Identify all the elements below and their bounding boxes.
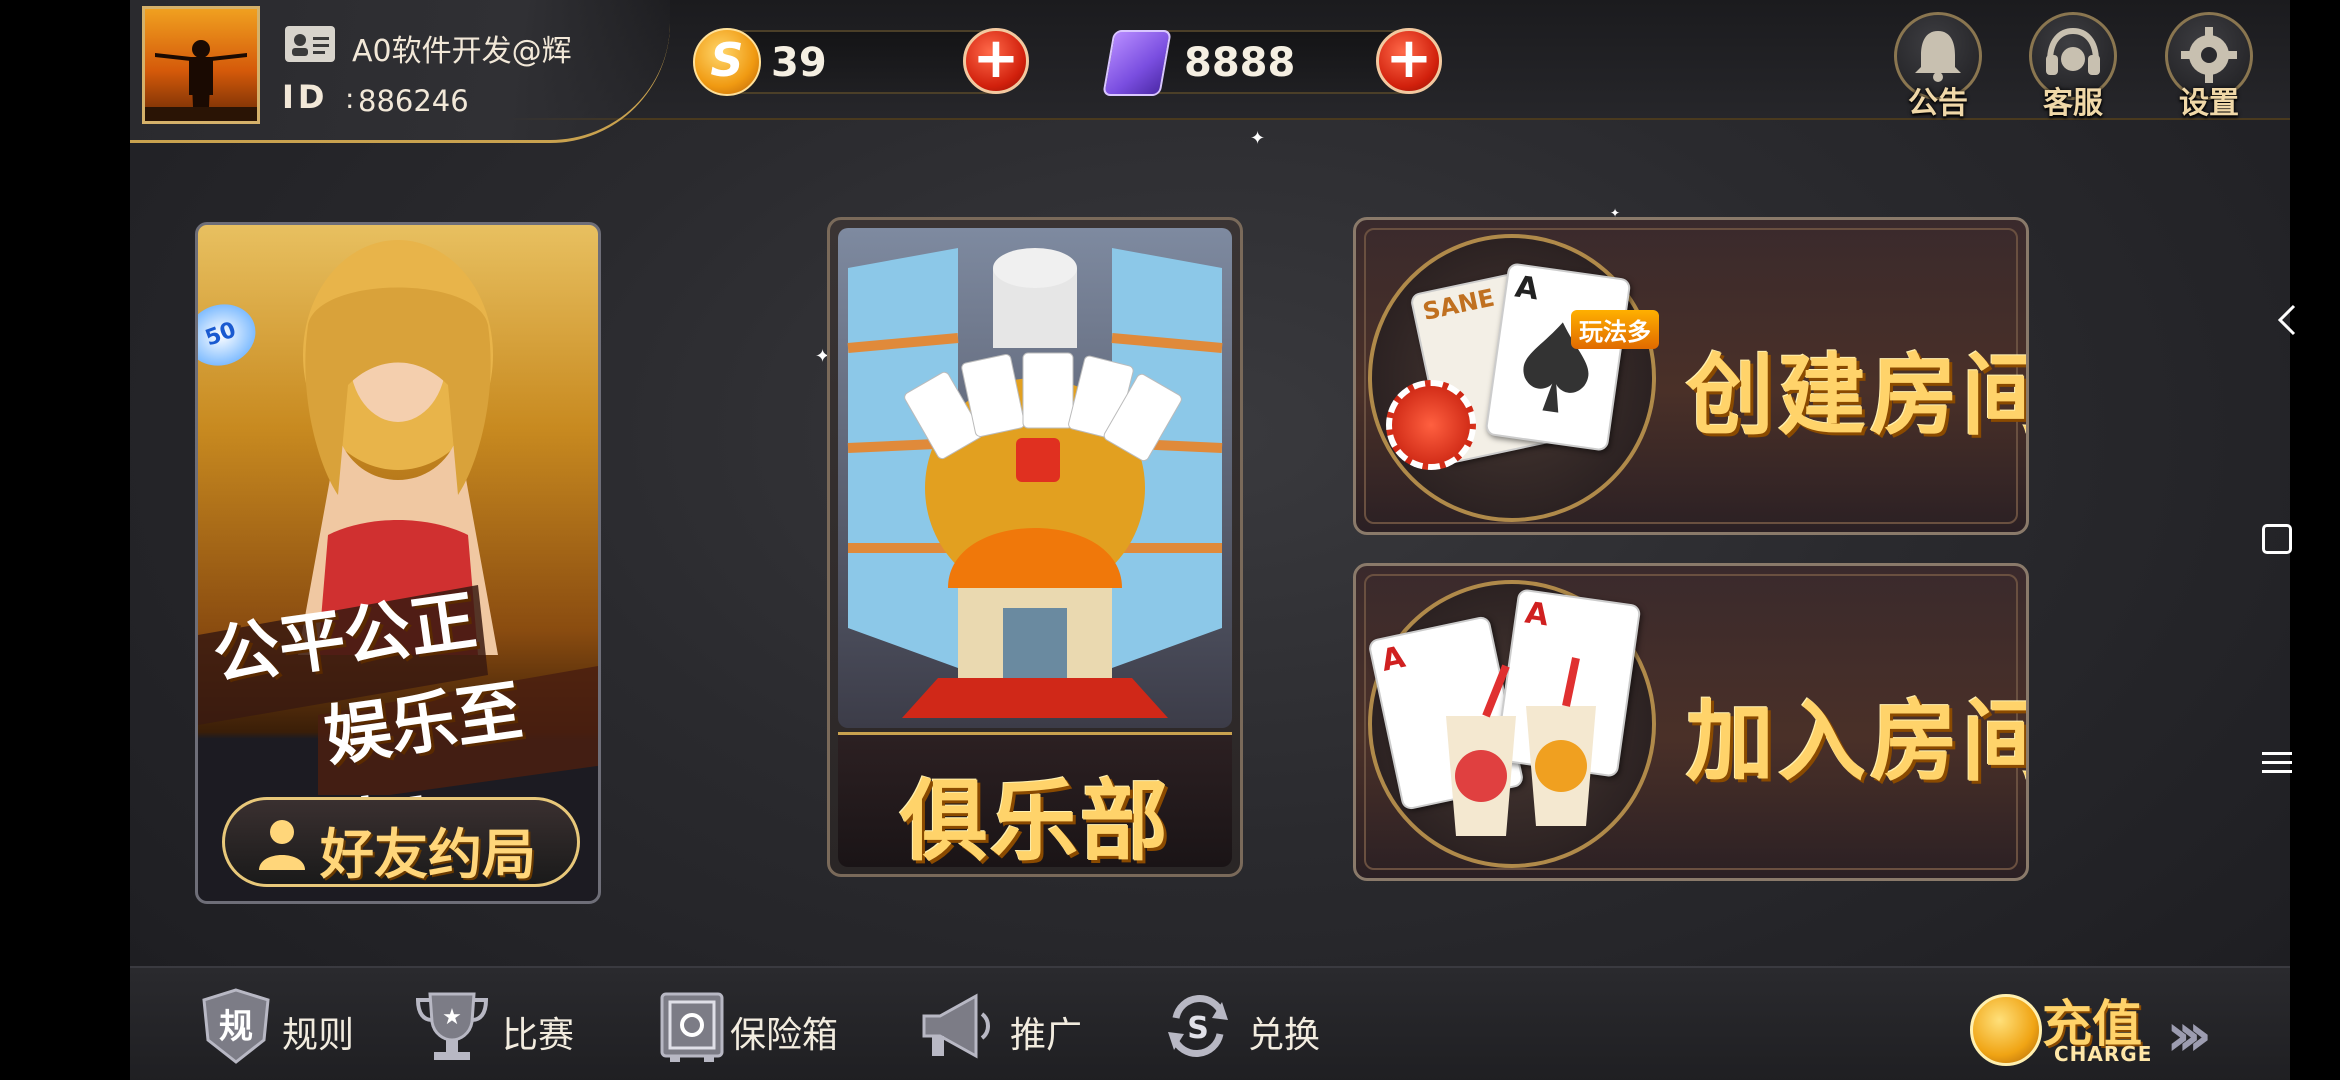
sparkle-decoration: ✦ xyxy=(1250,128,1266,149)
rules-button[interactable]: 规 规则 xyxy=(200,988,360,1068)
rules-label: 规则 xyxy=(282,1015,355,1056)
profile-panel[interactable]: A0软件开发@辉 ID : 886246 xyxy=(130,0,670,143)
safe-box-label: 保险箱 xyxy=(730,1015,839,1056)
charge-arrows-icon: ››› xyxy=(2166,1000,2212,1070)
match-label: 比赛 xyxy=(502,1015,575,1056)
announcement-label: 公告 xyxy=(1908,86,1968,121)
charge-coin-icon xyxy=(1970,994,2042,1066)
add-room-cards-button[interactable]: + xyxy=(1376,28,1442,94)
home-square-icon[interactable] xyxy=(2262,524,2292,554)
customer-service-label: 客服 xyxy=(2043,86,2103,121)
settings-label: 设置 xyxy=(2179,86,2239,121)
friend-match-button[interactable]: 好友约局 xyxy=(222,797,580,887)
room-card-balance: 8888 + xyxy=(1102,28,1442,96)
room-card-value: 8888 xyxy=(1184,40,1296,86)
rules-shield-icon: 规 xyxy=(202,988,270,1064)
bottom-nav-bar: 规 规则 ★ 比赛 保险箱 推广 S 兑换 充值 CHARGE ››› xyxy=(130,966,2290,1080)
create-room-button[interactable]: SANE A 玩法多 创建房间 xyxy=(1353,217,2029,535)
avatar[interactable] xyxy=(142,6,260,124)
id-label: ID xyxy=(282,78,329,116)
promotion-button[interactable]: 推广 xyxy=(920,988,1090,1068)
more-modes-badge: 玩法多 xyxy=(1571,310,1659,349)
promotion-label: 推广 xyxy=(1010,1015,1083,1056)
game-screen: ✦ ✦ ✦ A0软件开发@辉 ID : 886246 S 39 + 8888 +… xyxy=(130,0,2290,1080)
coin-value: 39 xyxy=(771,40,827,86)
join-room-button[interactable]: A A 加入房间 xyxy=(1353,563,2029,881)
svg-text:规: 规 xyxy=(219,1007,253,1047)
coin-balance: S 39 + xyxy=(693,28,1029,96)
id-colon: : xyxy=(345,82,355,115)
club-card[interactable]: 俱乐部 xyxy=(827,217,1243,877)
club-building-illustration xyxy=(838,228,1232,728)
system-nav-bar xyxy=(2290,0,2340,1080)
trophy-icon: ★ xyxy=(416,992,488,1060)
charge-button[interactable]: 充值 CHARGE ››› xyxy=(1970,976,2280,1076)
safe-box-button[interactable]: 保险箱 xyxy=(656,988,876,1068)
chip-stack-icon xyxy=(1386,380,1476,470)
room-card-icon xyxy=(1102,30,1172,96)
avatar-silhouette-icon xyxy=(145,40,257,121)
create-room-label: 创建房间 xyxy=(1686,344,2029,447)
chip-decoration: 50 xyxy=(198,294,265,376)
id-card-icon xyxy=(285,26,335,62)
club-label: 俱乐部 xyxy=(899,770,1170,873)
back-chevron-icon[interactable] xyxy=(2268,300,2308,340)
gold-coin-icon: S xyxy=(693,28,761,96)
settings-button[interactable]: 设置 xyxy=(2163,12,2255,121)
join-room-label: 加入房间 xyxy=(1686,690,2029,793)
match-button[interactable]: ★ 比赛 xyxy=(416,988,586,1068)
exchange-button[interactable]: S 兑换 xyxy=(1162,988,1332,1068)
menu-lines-icon[interactable] xyxy=(2262,750,2292,776)
svg-text:★: ★ xyxy=(442,1005,462,1030)
exchange-label: 兑换 xyxy=(1248,1015,1321,1056)
add-coins-button[interactable]: + xyxy=(963,28,1029,94)
promo-panel[interactable]: 50 公平公正 娱乐至上! 好友约局 xyxy=(195,222,601,904)
exchange-icon: S xyxy=(1168,995,1228,1057)
svg-text:S: S xyxy=(1187,1011,1209,1046)
drink-cups-illustration xyxy=(1446,657,1596,836)
user-id-value: 886246 xyxy=(358,84,469,118)
spade-card-illustration: A xyxy=(1484,262,1632,452)
announcement-button[interactable]: 公告 xyxy=(1892,12,1984,121)
friend-match-label: 好友约局 xyxy=(320,823,536,886)
customer-service-button[interactable]: 客服 xyxy=(2027,12,2119,121)
friends-icon xyxy=(259,820,305,870)
club-label-bar: 俱乐部 xyxy=(838,732,1232,873)
username: A0软件开发@辉 xyxy=(352,34,572,69)
charge-sublabel: CHARGE xyxy=(2054,1042,2153,1066)
safe-icon xyxy=(660,992,724,1062)
megaphone-icon xyxy=(922,993,990,1059)
